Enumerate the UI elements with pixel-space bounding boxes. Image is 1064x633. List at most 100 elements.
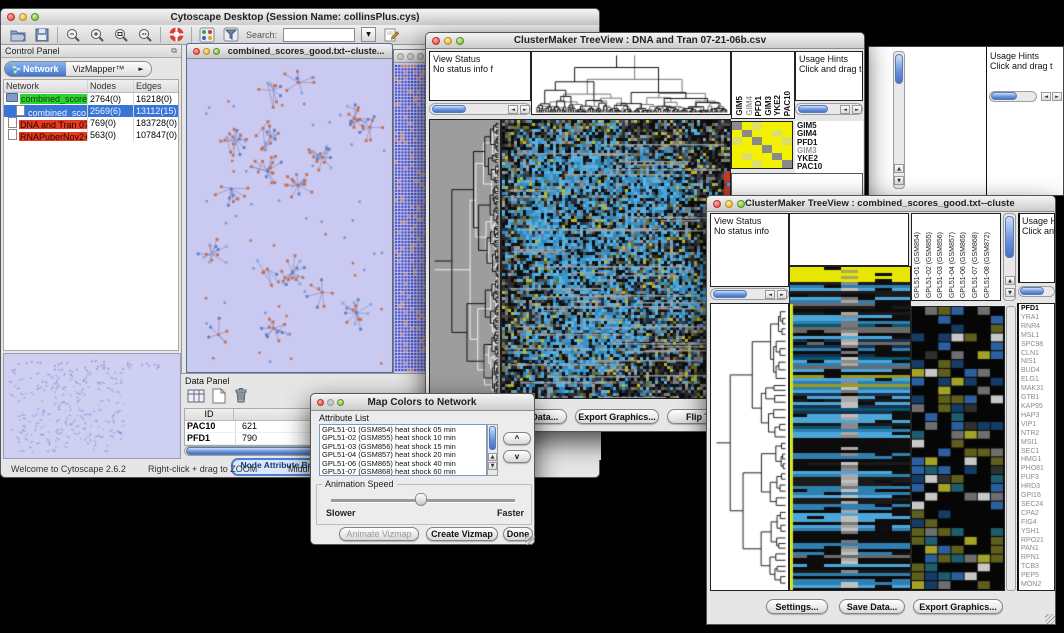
- animate-vizmap-button[interactable]: Animate Vizmap: [339, 527, 419, 541]
- tv1-export-graphics-button[interactable]: Export Graphics...: [575, 409, 659, 424]
- matrix-cell[interactable]: [742, 122, 752, 130]
- netview-minimize-button[interactable]: [203, 48, 210, 55]
- close-button[interactable]: [317, 399, 324, 406]
- vizmapper-icon[interactable]: [198, 26, 216, 44]
- back-window-zoom-button[interactable]: [417, 53, 424, 60]
- matrix-cell[interactable]: [782, 130, 792, 138]
- matrix-cell[interactable]: [732, 153, 742, 161]
- gene-label[interactable]: MSI1: [1021, 439, 1052, 448]
- gene-label[interactable]: MAK31: [1021, 385, 1052, 394]
- minimize-button[interactable]: [444, 37, 452, 45]
- treeview-dna-titlebar[interactable]: ClusterMaker TreeView : DNA and Tran 07-…: [426, 33, 864, 49]
- tv2-settings-button[interactable]: Settings...: [766, 599, 828, 614]
- fragment-scroll-left[interactable]: ◄: [1041, 92, 1051, 101]
- matrix-cell[interactable]: [762, 153, 772, 161]
- attribute-item[interactable]: GPL51-02 (GSM855) heat shock 10 min: [322, 434, 484, 442]
- treeview-combined-titlebar[interactable]: ClusterMaker TreeView : combined_scores_…: [707, 196, 1055, 212]
- close-button[interactable]: [7, 13, 15, 21]
- matrix-cell[interactable]: [762, 137, 772, 145]
- tv2-scroll-up[interactable]: ▲: [1005, 276, 1015, 285]
- minimize-button[interactable]: [725, 200, 733, 208]
- attribute-item[interactable]: GPL51-03 (GSM856) heat shock 15 min: [322, 443, 484, 451]
- matrix-cell[interactable]: [762, 145, 772, 153]
- gene-label[interactable]: NIS1: [1021, 358, 1052, 367]
- tab-vizmapper[interactable]: VizMapper™: [66, 62, 132, 76]
- tv1-zoom-heatmap-matrix[interactable]: [731, 121, 793, 169]
- gene-label[interactable]: HMG1: [1021, 456, 1052, 465]
- zoom-fit-icon[interactable]: [136, 26, 154, 44]
- tv2-global-heatmap[interactable]: [790, 267, 910, 590]
- netview-close-button[interactable]: [193, 48, 200, 55]
- zoom-out-icon[interactable]: [64, 26, 82, 44]
- fragment-hscrollbar[interactable]: [989, 91, 1037, 102]
- matrix-cell[interactable]: [772, 130, 782, 138]
- move-attribute-down-button[interactable]: v: [503, 450, 531, 463]
- gene-label[interactable]: ELG1: [1021, 376, 1052, 385]
- tv2-scroll-down[interactable]: ▼: [1005, 288, 1015, 297]
- matrix-cell[interactable]: [732, 122, 742, 130]
- annotation-edit-icon[interactable]: [382, 26, 400, 44]
- tab-network[interactable]: Network: [5, 62, 66, 76]
- matrix-cell[interactable]: [772, 160, 782, 168]
- create-vizmap-button[interactable]: Create Vizmap: [426, 527, 498, 541]
- dialog-titlebar[interactable]: Map Colors to Network: [311, 394, 534, 411]
- matrix-cell[interactable]: [732, 145, 742, 153]
- float-panel-icon[interactable]: ⧉: [171, 46, 177, 56]
- resize-grip[interactable]: [1045, 614, 1055, 624]
- slider-thumb[interactable]: [415, 493, 427, 506]
- gene-label[interactable]: MON2: [1021, 581, 1052, 590]
- gene-label[interactable]: CPA2: [1021, 510, 1052, 519]
- gene-label[interactable]: VIP1: [1021, 421, 1052, 430]
- gene-label[interactable]: RNR4: [1021, 323, 1052, 332]
- tv2-vscrollbar[interactable]: ▲ ▼: [1003, 213, 1016, 301]
- attribute-item[interactable]: GPL51-06 (GSM865) heat shock 40 min: [322, 460, 484, 468]
- matrix-cell[interactable]: [782, 153, 792, 161]
- close-button[interactable]: [432, 37, 440, 45]
- back-window-minimize-button[interactable]: [407, 53, 414, 60]
- gene-label[interactable]: SEC1: [1021, 448, 1052, 457]
- save-icon[interactable]: [33, 26, 51, 44]
- gene-label[interactable]: HAP3: [1021, 412, 1052, 421]
- matrix-cell[interactable]: [772, 122, 782, 130]
- matrix-cell[interactable]: [782, 122, 792, 130]
- delete-attribute-trash-icon[interactable]: [233, 387, 249, 409]
- matrix-cell[interactable]: [762, 122, 772, 130]
- tv2-usage-hscrollbar[interactable]: [1018, 286, 1055, 297]
- zoom-button[interactable]: [456, 37, 464, 45]
- gene-label[interactable]: SPC98: [1021, 341, 1052, 350]
- matrix-cell[interactable]: [752, 130, 762, 138]
- gene-label[interactable]: HRD3: [1021, 483, 1052, 492]
- minimize-button[interactable]: [19, 13, 27, 21]
- tv2-export-graphics-button[interactable]: Export Graphics...: [913, 599, 1003, 614]
- gene-label[interactable]: NTR2: [1021, 430, 1052, 439]
- dense-network-canvas[interactable]: [394, 63, 425, 373]
- main-window-titlebar[interactable]: Cytoscape Desktop (Session Name: collins…: [1, 9, 599, 26]
- network-row[interactable]: RNAPuberNov2+563(0)107847(0): [4, 129, 178, 141]
- tv2-save-data-button[interactable]: Save Data...: [839, 599, 905, 614]
- matrix-cell[interactable]: [762, 130, 772, 138]
- column-header-id[interactable]: ID: [185, 409, 234, 420]
- matrix-cell[interactable]: [782, 145, 792, 153]
- back-window-close-button[interactable]: [397, 53, 404, 60]
- tv1-column-dendrogram[interactable]: [532, 52, 730, 114]
- matrix-cell[interactable]: [752, 153, 762, 161]
- tv2-row-dendrogram[interactable]: [711, 304, 788, 590]
- gene-label[interactable]: KAP95: [1021, 403, 1052, 412]
- gene-label[interactable]: PEP5: [1021, 572, 1052, 581]
- tv1-global-heatmap[interactable]: [502, 120, 730, 398]
- matrix-cell[interactable]: [742, 130, 752, 138]
- network-row[interactable]: combined_sco2569(6)13112(15): [4, 105, 178, 117]
- fragment-scroll-right[interactable]: ►: [1052, 92, 1062, 101]
- zoom-button[interactable]: [31, 13, 39, 21]
- zoom-button[interactable]: [737, 200, 745, 208]
- table-mode-icon[interactable]: [187, 388, 205, 409]
- gene-label[interactable]: PAN1: [1021, 545, 1052, 554]
- gene-label[interactable]: PFD1: [1021, 305, 1052, 314]
- help-lifebuoy-icon[interactable]: [167, 26, 185, 44]
- matrix-cell[interactable]: [732, 137, 742, 145]
- gene-label[interactable]: CLN1: [1021, 350, 1052, 359]
- gene-label[interactable]: PHO81: [1021, 465, 1052, 474]
- matrix-cell[interactable]: [742, 153, 752, 161]
- gene-label[interactable]: RPO21: [1021, 537, 1052, 546]
- gene-label[interactable]: PUF3: [1021, 474, 1052, 483]
